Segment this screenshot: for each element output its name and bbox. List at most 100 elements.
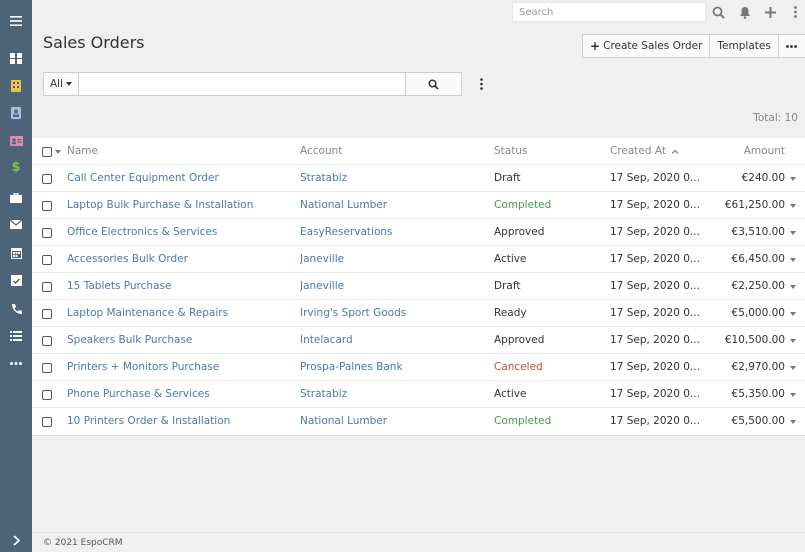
row-account-link[interactable]: National Lumber (300, 192, 485, 219)
row-status: Canceled (494, 361, 543, 373)
filter-text-input[interactable] (79, 72, 406, 96)
filter-options-button[interactable] (474, 76, 488, 92)
row-checkbox[interactable] (42, 309, 52, 319)
row-status: Completed (494, 415, 552, 427)
search-icon (428, 78, 439, 90)
row-account-link[interactable]: Janeville (300, 273, 485, 300)
briefcase-icon[interactable] (0, 184, 32, 211)
row-name-link[interactable]: 15 Tablets Purchase (67, 273, 292, 300)
menu-icon[interactable] (0, 7, 32, 34)
row-checkbox[interactable] (42, 282, 52, 292)
row-checkbox[interactable] (42, 390, 52, 400)
row-actions-dropdown[interactable] (790, 285, 796, 289)
row-name-link[interactable]: Laptop Maintenance & Repairs (67, 300, 292, 327)
row-actions-dropdown[interactable] (790, 420, 796, 424)
filter-search-button[interactable] (406, 72, 462, 96)
row-amount: €3,510.00 (731, 226, 785, 238)
plus-icon[interactable] (761, 3, 779, 21)
column-header-name[interactable]: Name (67, 138, 98, 165)
column-header-created-at[interactable]: Created At (610, 138, 679, 165)
table-row: Office Electronics & Services EasyReserva… (32, 219, 805, 246)
row-checkbox[interactable] (42, 417, 52, 427)
dollar-icon[interactable]: $ (0, 154, 32, 181)
column-header-amount[interactable]: Amount (744, 138, 785, 165)
sidebar: $ (0, 0, 32, 552)
row-amount: €5,350.00 (731, 388, 785, 400)
calendar-icon[interactable] (0, 239, 32, 266)
calendar-check-icon[interactable] (0, 266, 32, 293)
more-icon[interactable] (0, 350, 32, 377)
row-name-link[interactable]: Office Electronics & Services (67, 219, 292, 246)
select-all-checkbox[interactable] (42, 147, 52, 157)
row-account-link[interactable]: Prospa-Palnes Bank (300, 354, 485, 381)
row-actions-dropdown[interactable] (790, 204, 796, 208)
row-checkbox[interactable] (42, 174, 52, 184)
phone-icon[interactable] (0, 295, 32, 322)
table-row: Accessories Bulk Order Janeville Active 17 … (32, 246, 805, 273)
task-list-icon[interactable] (0, 322, 32, 349)
more-actions-button[interactable] (777, 34, 805, 58)
row-name-link[interactable]: 10 Printers Order & Installation (67, 408, 292, 435)
row-actions-dropdown[interactable] (790, 312, 796, 316)
row-name-link[interactable]: Speakers Bulk Purchase (67, 327, 292, 354)
row-amount: €240.00 (741, 172, 785, 184)
row-account-link[interactable]: Intelacard (300, 327, 485, 354)
templates-button[interactable]: Templates (709, 34, 779, 58)
create-sales-order-button[interactable]: + Create Sales Order (582, 34, 711, 58)
filter-bar: All (43, 72, 462, 96)
row-checkbox[interactable] (42, 255, 52, 265)
topbar (32, 0, 805, 24)
expand-icon[interactable] (0, 527, 32, 552)
row-actions-dropdown[interactable] (790, 366, 796, 370)
row-amount: €5,500.00 (731, 415, 785, 427)
row-created-at: 17 Sep, 2020 0... (610, 253, 700, 265)
dashboard-icon[interactable] (0, 45, 32, 72)
building-icon[interactable] (0, 72, 32, 99)
caret-down-icon[interactable] (55, 150, 61, 154)
row-checkbox[interactable] (42, 363, 52, 373)
bell-icon[interactable] (736, 3, 754, 21)
row-name-link[interactable]: Call Center Equipment Order (67, 165, 292, 192)
row-created-at: 17 Sep, 2020 0... (610, 388, 700, 400)
row-actions-dropdown[interactable] (790, 258, 796, 262)
search-icon[interactable] (709, 3, 727, 21)
sales-orders-table: Name Account Status Created At Amount Ca… (32, 138, 805, 436)
row-checkbox[interactable] (42, 201, 52, 211)
row-account-link[interactable]: Janeville (300, 246, 485, 273)
global-search-input[interactable] (512, 2, 706, 22)
row-amount: €5,000.00 (731, 307, 785, 319)
row-amount: €2,970.00 (731, 361, 785, 373)
contact-book-icon[interactable] (0, 99, 32, 126)
footer-copyright: © 2021 EspoCRM (43, 538, 123, 548)
row-account-link[interactable]: Irving's Sport Goods (300, 300, 485, 327)
row-name-link[interactable]: Laptop Bulk Purchase & Installation (67, 192, 292, 219)
row-name-link[interactable]: Printers + Monitors Purchase (67, 354, 292, 381)
row-status: Approved (494, 226, 545, 238)
row-actions-dropdown[interactable] (790, 393, 796, 397)
row-actions-dropdown[interactable] (790, 339, 796, 343)
row-status: Draft (494, 172, 521, 184)
row-checkbox[interactable] (42, 336, 52, 346)
row-account-link[interactable]: EasyReservations (300, 219, 485, 246)
table-row: 10 Printers Order & Installation National… (32, 408, 805, 435)
page-title: Sales Orders (43, 33, 145, 52)
row-actions-dropdown[interactable] (790, 231, 796, 235)
row-actions-dropdown[interactable] (790, 177, 796, 181)
row-account-link[interactable]: Stratabiz (300, 165, 485, 192)
column-header-account[interactable]: Account (300, 138, 342, 165)
row-account-link[interactable]: Stratabiz (300, 381, 485, 408)
table-row: Printers + Monitors Purchase Prospa-Palne… (32, 354, 805, 381)
menu-dots-icon[interactable] (786, 3, 804, 21)
row-amount: €61,250.00 (724, 199, 785, 211)
column-header-status[interactable]: Status (494, 138, 527, 165)
row-checkbox[interactable] (42, 228, 52, 238)
row-name-link[interactable]: Accessories Bulk Order (67, 246, 292, 273)
envelope-icon[interactable] (0, 211, 32, 238)
created-at-label: Created At (610, 145, 667, 157)
row-account-link[interactable]: National Lumber (300, 408, 485, 435)
table-row: Speakers Bulk Purchase Intelacard Approved… (32, 327, 805, 354)
id-card-icon[interactable] (0, 127, 32, 154)
filter-scope-dropdown[interactable]: All (43, 72, 79, 96)
row-name-link[interactable]: Phone Purchase & Services (67, 381, 292, 408)
row-amount: €2,250.00 (731, 280, 785, 292)
